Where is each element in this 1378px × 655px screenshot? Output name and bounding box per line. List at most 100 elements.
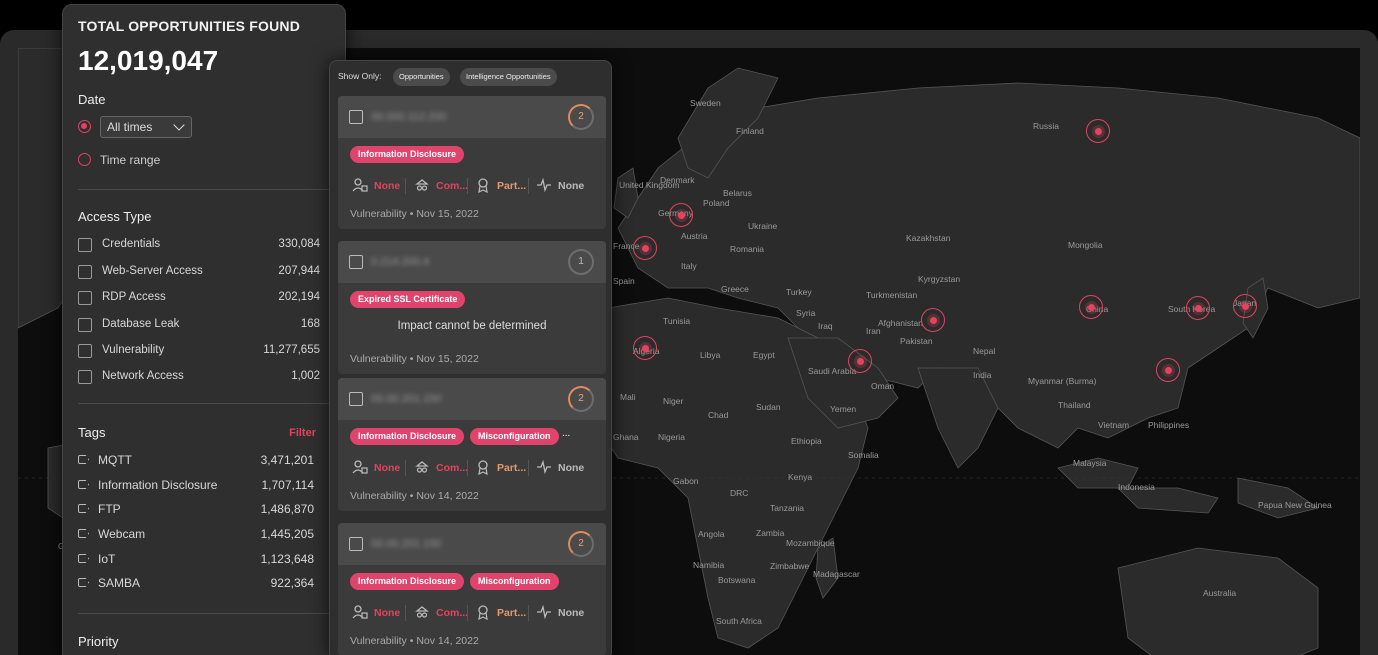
metric-value: Com... <box>436 607 469 619</box>
map-country-label: Russia <box>1033 121 1059 131</box>
divider <box>78 613 330 614</box>
map-country-label: Myanmar (Burma) <box>1028 376 1097 386</box>
card-type: Vulnerability <box>350 490 407 502</box>
access-type-count: 1,002 <box>291 370 320 382</box>
map-country-label: Kazakhstan <box>906 233 951 243</box>
divider <box>78 189 330 190</box>
access-type-row[interactable]: Vulnerability 11,277,655 <box>78 343 320 361</box>
access-type-row[interactable]: Credentials 330,084 <box>78 237 320 255</box>
map-location-marker[interactable] <box>669 203 693 227</box>
checkbox[interactable] <box>78 238 92 252</box>
tag-row[interactable]: FTP 1,486,870 <box>78 501 314 519</box>
metric-value: Com... <box>436 180 469 192</box>
tags-filter-link[interactable]: Filter <box>289 427 316 439</box>
map-country-label: Zambia <box>756 528 785 538</box>
tag-badge[interactable]: Information Disclosure <box>350 146 465 163</box>
opportunity-card[interactable]: 00.00.201.150 2 Information Disclosure M… <box>338 523 606 655</box>
access-type-title: Access Type <box>78 209 152 224</box>
pulse-icon <box>537 177 551 193</box>
map-country-label: Thailand <box>1058 400 1091 410</box>
map-country-label: Syria <box>796 308 816 318</box>
map-location-marker[interactable] <box>1079 295 1103 319</box>
tag-row[interactable]: Information Disclosure 1,707,114 <box>78 477 314 495</box>
tag-icon <box>78 480 89 489</box>
tag-label: SAMBA <box>98 576 141 590</box>
map-country-label: Malaysia <box>1073 458 1107 468</box>
metric-value: None <box>374 180 401 192</box>
map-country-label: Finland <box>736 126 764 136</box>
ip-address: 0.214.200.4 <box>371 256 430 268</box>
access-type-count: 11,277,655 <box>263 344 320 356</box>
results-panel: Show Only: Opportunities Intelligence Op… <box>329 60 612 655</box>
map-location-marker[interactable] <box>633 236 657 260</box>
metric-divider <box>467 178 468 194</box>
map-country-label: Nepal <box>973 346 996 356</box>
map-location-marker[interactable] <box>1156 358 1180 382</box>
tag-badge[interactable]: Information Disclosure <box>350 573 465 590</box>
map-location-marker[interactable] <box>1186 296 1210 320</box>
map-country-label: Niger <box>663 396 684 406</box>
tag-label: Information Disclosure <box>98 478 218 492</box>
map-location-marker[interactable] <box>1233 294 1257 318</box>
tag-row[interactable]: IoT 1,123,648 <box>78 551 314 569</box>
access-type-row[interactable]: Network Access 1,002 <box>78 369 320 387</box>
spy-icon <box>415 461 429 473</box>
map-country-label: Spain <box>613 276 635 286</box>
checkbox[interactable] <box>78 265 92 279</box>
access-type-row[interactable]: Database Leak 168 <box>78 317 320 335</box>
map-country-label: Madagascar <box>813 569 860 579</box>
tag-row[interactable]: Webcam 1,445,205 <box>78 526 314 544</box>
score-badge: 1 <box>568 249 594 275</box>
access-type-label: RDP Access <box>102 291 166 303</box>
metric-value: None <box>558 180 585 192</box>
filter-pill-opportunities[interactable]: Opportunities <box>393 68 450 86</box>
score-badge: 2 <box>568 386 594 412</box>
map-location-marker[interactable] <box>633 336 657 360</box>
card-header: 00.00.201.150 2 <box>338 523 606 565</box>
map-location-marker[interactable] <box>921 308 945 332</box>
card-checkbox[interactable] <box>349 537 363 551</box>
map-country-label: Namibia <box>693 560 725 570</box>
metric-value: None <box>558 462 585 474</box>
tag-icon <box>78 529 89 538</box>
map-location-marker[interactable] <box>1086 119 1110 143</box>
card-date: Nov 14, 2022 <box>416 635 479 647</box>
radio-all-times[interactable] <box>78 120 91 133</box>
access-type-row[interactable]: RDP Access 202,194 <box>78 290 320 308</box>
more-tags[interactable]: ... <box>562 428 570 439</box>
total-opportunities-value: 12,019,047 <box>78 45 219 76</box>
card-checkbox[interactable] <box>349 392 363 406</box>
access-type-row[interactable]: Web-Server Access 207,944 <box>78 264 320 282</box>
access-type-label: Vulnerability <box>102 344 165 356</box>
checkbox[interactable] <box>78 370 92 384</box>
card-checkbox[interactable] <box>349 110 363 124</box>
pulse-icon <box>537 459 551 475</box>
map-country-label: Ghana <box>613 432 639 442</box>
access-type-label: Network Access <box>102 370 184 382</box>
checkbox[interactable] <box>78 291 92 305</box>
opportunity-card[interactable]: 0.214.200.4 1 Expired SSL Certificate Im… <box>338 241 606 374</box>
date-select[interactable]: All times <box>100 116 192 138</box>
tag-badge[interactable]: Misconfiguration <box>470 428 559 445</box>
tag-label: Webcam <box>98 527 146 541</box>
checkbox[interactable] <box>78 344 92 358</box>
tag-badge[interactable]: Expired SSL Certificate <box>350 291 466 308</box>
map-country-label: Tanzania <box>770 503 805 513</box>
tag-badge[interactable]: Information Disclosure <box>350 428 465 445</box>
tag-row[interactable]: SAMBA 922,364 <box>78 575 314 593</box>
opportunity-card[interactable]: 00.000.112.200 2 Information Disclosure … <box>338 96 606 229</box>
map-location-marker[interactable] <box>848 349 872 373</box>
map-country-label: Oman <box>871 381 895 391</box>
filter-pill-intelligence[interactable]: Intelligence Opportunities <box>460 68 557 86</box>
tag-icon <box>78 455 89 464</box>
radio-time-range[interactable] <box>78 153 91 166</box>
opportunity-card[interactable]: 00.00.201.150 2 Information Disclosure M… <box>338 378 606 511</box>
tag-row[interactable]: MQTT 3,471,201 <box>78 452 314 470</box>
checkbox[interactable] <box>78 318 92 332</box>
ip-address: 00.000.112.200 <box>371 111 447 123</box>
map-country-label: Papua New Guinea <box>1258 500 1332 510</box>
card-checkbox[interactable] <box>349 255 363 269</box>
tag-badge[interactable]: Misconfiguration <box>470 573 559 590</box>
map-country-label: Sudan <box>756 402 781 412</box>
map-country-label: DRC <box>730 488 749 498</box>
